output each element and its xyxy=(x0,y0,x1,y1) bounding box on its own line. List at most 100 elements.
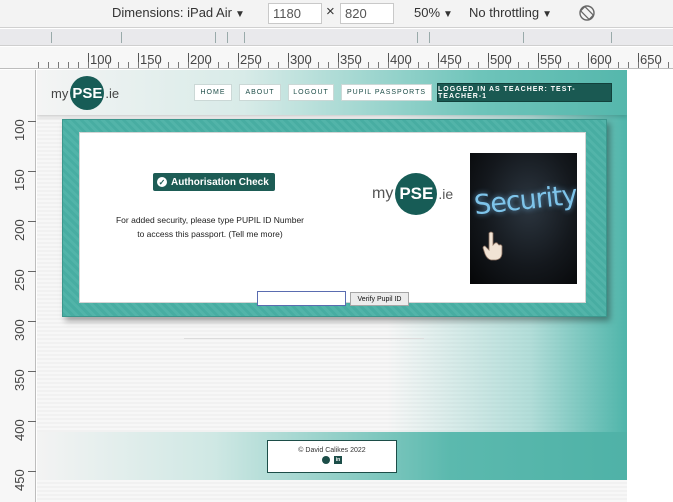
linkedin-icon[interactable]: in xyxy=(334,456,342,464)
nav-home-button[interactable]: HOME xyxy=(194,84,232,101)
ruler-minor-tick xyxy=(658,62,659,68)
ruler-minor-tick xyxy=(88,62,89,68)
ruler-minor-tick xyxy=(348,62,349,68)
device-dimensions-dropdown[interactable]: Dimensions: iPad Air ▼ xyxy=(112,5,245,20)
page-right-gutter xyxy=(627,70,673,502)
ruler-minor-tick xyxy=(48,62,49,68)
ruler-minor-tick xyxy=(218,62,219,68)
ruler-tick-label: 150 xyxy=(12,169,27,191)
ruler-minor-tick xyxy=(98,62,99,68)
security-image-text: Security xyxy=(472,179,577,222)
zoom-label: 50% xyxy=(414,5,441,20)
throttling-label: No throttling xyxy=(469,5,540,20)
pupil-id-input[interactable] xyxy=(257,291,346,306)
ruler-tick-label: 200 xyxy=(12,219,27,241)
ruler-minor-tick xyxy=(418,62,419,68)
ruler-minor-tick xyxy=(178,62,179,68)
ruler-minor-tick xyxy=(488,62,489,68)
footer-copyright: © David Calikes 2022 xyxy=(298,447,366,454)
site-footer: © David Calikes 2022 in xyxy=(37,432,627,480)
logo-my-text: my xyxy=(51,85,69,101)
authorisation-check-label: Authorisation Check xyxy=(171,176,269,188)
ruler-minor-tick xyxy=(68,62,69,68)
authorisation-check-badge: ✓ Authorisation Check xyxy=(153,173,275,191)
rotate-icon[interactable] xyxy=(578,4,596,22)
ruler-minor-tick xyxy=(328,62,329,68)
ruler-minor-tick xyxy=(448,62,449,68)
ruler-minor-tick xyxy=(108,62,109,68)
nav-logout-button[interactable]: LOGOUT xyxy=(288,84,334,101)
ruler-minor-tick xyxy=(58,62,59,68)
authorisation-card-body: ✓ Authorisation Check For added security… xyxy=(79,132,586,306)
ruler-tick-line xyxy=(28,221,36,222)
media-queries-bar[interactable] xyxy=(0,29,673,46)
ruler-tick-line xyxy=(28,371,36,372)
ruler-tick-line xyxy=(28,271,36,272)
ruler-tick-label: 250 xyxy=(12,269,27,291)
footer-social-links: in xyxy=(268,456,396,464)
nav-about-button[interactable]: ABOUT xyxy=(239,84,281,101)
ruler-tick-line xyxy=(28,421,36,422)
ruler-minor-tick xyxy=(548,62,549,68)
ruler-minor-tick xyxy=(668,62,669,68)
ruler-minor-tick xyxy=(368,62,369,68)
ruler-minor-tick xyxy=(228,62,229,68)
ruler-minor-tick xyxy=(128,62,129,68)
ruler-minor-tick xyxy=(278,62,279,68)
github-icon[interactable] xyxy=(322,456,330,464)
ruler-minor-tick xyxy=(648,62,649,68)
ruler-tick-label: 100 xyxy=(12,119,27,141)
ruler-minor-tick xyxy=(38,62,39,68)
ruler-minor-tick xyxy=(598,62,599,68)
pointer-hand-icon xyxy=(482,231,503,261)
device-height-input[interactable] xyxy=(340,3,394,24)
ruler-minor-tick xyxy=(298,62,299,68)
card-logo-pse-circle: PSE xyxy=(395,173,438,215)
ruler-minor-tick xyxy=(558,62,559,68)
ruler-minor-tick xyxy=(388,62,389,68)
ruler-minor-tick xyxy=(578,62,579,68)
ruler-minor-tick xyxy=(398,62,399,68)
ruler-tick-label: 350 xyxy=(12,369,27,391)
site-navbar: my PSE .ie HOME ABOUT LOGOUT PUPIL PASSP… xyxy=(37,70,627,115)
throttling-dropdown[interactable]: No throttling ▼ xyxy=(469,5,552,20)
instructions-line-2-prefix: to access this passport. ( xyxy=(137,229,232,239)
ruler-minor-tick xyxy=(518,62,519,68)
device-width-input[interactable] xyxy=(268,3,322,24)
ruler-tick-line xyxy=(28,121,36,122)
device-toolbar: Dimensions: iPad Air▼ × 50%▼ No throttli… xyxy=(0,0,673,28)
content-divider xyxy=(184,338,424,339)
authorisation-instructions: For added security, please type PUPIL ID… xyxy=(100,213,320,241)
card-logo-ie-text: .ie xyxy=(438,186,454,202)
ruler-minor-tick xyxy=(478,62,479,68)
chevron-down-icon: ▼ xyxy=(443,9,453,20)
ruler-minor-tick xyxy=(148,62,149,68)
tell-me-more-link[interactable]: Tell me more xyxy=(231,229,280,239)
ruler-minor-tick xyxy=(538,62,539,68)
ruler-minor-tick xyxy=(138,62,139,68)
ruler-minor-tick xyxy=(118,62,119,68)
ruler-minor-tick xyxy=(618,62,619,68)
logged-in-teacher-badge[interactable]: LOGGED IN AS TEACHER: TEST-TEACHER-1 xyxy=(437,83,612,102)
card-logo: my PSE .ie xyxy=(372,173,453,215)
ruler-tick-line xyxy=(28,171,36,172)
horizontal-ruler: 100 150 200 250 300 350 400 450 500 550 600 650 xyxy=(0,47,673,69)
verify-pupil-id-button[interactable]: Verify Pupil ID xyxy=(350,292,409,306)
times-icon: × xyxy=(326,3,335,20)
ruler-minor-tick xyxy=(468,62,469,68)
ruler-minor-tick xyxy=(308,62,309,68)
emulated-page-viewport: my PSE .ie HOME ABOUT LOGOUT PUPIL PASSP… xyxy=(37,70,627,502)
ruler-minor-tick xyxy=(498,62,499,68)
site-logo[interactable]: my PSE .ie xyxy=(51,74,119,112)
zoom-dropdown[interactable]: 50% ▼ xyxy=(414,5,453,20)
ruler-minor-tick xyxy=(78,62,79,68)
vertical-ruler: 100 150 200 250 300 350 400 450 xyxy=(0,70,36,502)
ruler-minor-tick xyxy=(458,62,459,68)
footer-box: © David Calikes 2022 in xyxy=(267,440,397,473)
instructions-line-2-suffix: ) xyxy=(279,229,283,239)
ruler-minor-tick xyxy=(258,62,259,68)
nav-pupil-passports-button[interactable]: PUPIL PASSPORTS xyxy=(341,84,432,101)
ruler-minor-tick xyxy=(168,62,169,68)
logo-pse-circle: PSE xyxy=(70,76,105,110)
ruler-tick-label: 450 xyxy=(12,469,27,491)
